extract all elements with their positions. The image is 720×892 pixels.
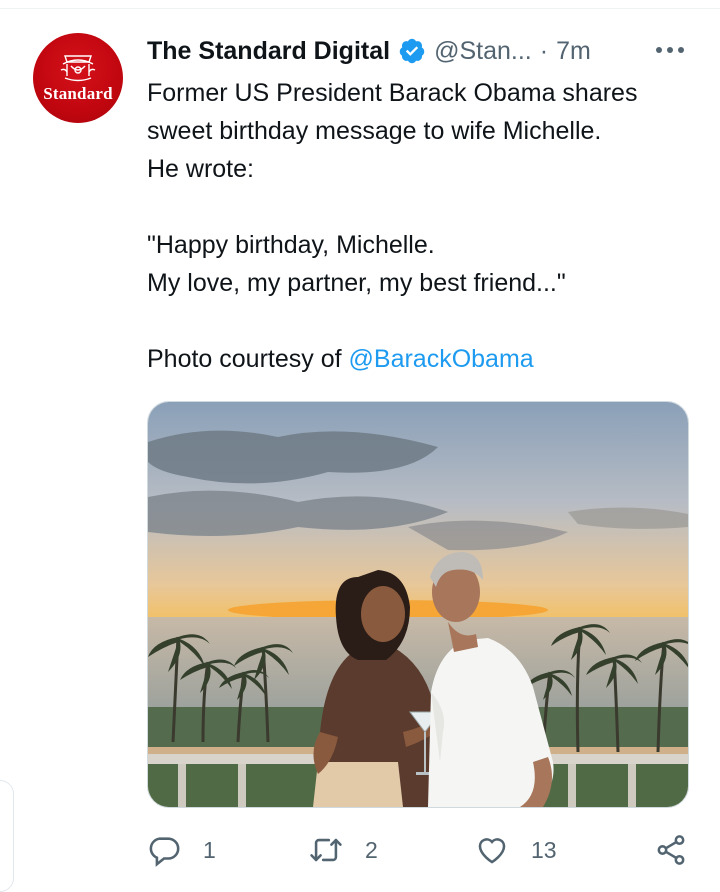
retweet-action[interactable]: 2 [309,828,378,872]
avatar-brand-text: Standard [43,84,113,103]
tweet[interactable]: Standard The Standard Digital @Stan... ·… [0,0,720,892]
tweet-text-line: My love, my partner, my best friend..." [147,269,566,297]
tweet-text-line: Former US President Barack Obama shares [147,79,638,107]
user-handle[interactable]: @Stan... [434,37,532,66]
share-icon[interactable] [654,833,688,867]
courtesy-line: Photo courtesy of @BarackObama [147,340,702,378]
separator-dot: · [539,36,549,65]
retweet-count: 2 [365,836,378,863]
photo-illustration [148,402,688,807]
like-action[interactable]: 13 [475,828,557,872]
tweet-text-line: "Happy birthday, Michelle. [147,231,435,259]
share-action[interactable] [654,828,688,872]
tweet-text-line [147,188,702,226]
crest-logo-icon [60,55,96,82]
tweet-photo[interactable] [147,401,689,808]
retweet-icon[interactable] [309,833,343,867]
timestamp[interactable]: 7m [556,37,591,66]
courtesy-prefix: Photo courtesy of [147,345,349,373]
tweet-actions: 1 2 13 [147,828,692,872]
tweet-text: Former US President Barack Obama shares … [147,74,702,378]
heart-icon[interactable] [475,833,509,867]
reply-icon[interactable] [147,833,181,867]
display-name[interactable]: The Standard Digital [147,37,390,66]
tweet-header: The Standard Digital @Stan... · 7m [147,34,591,68]
tweet-text-line [147,302,702,340]
tweet-text-line: He wrote: [147,155,254,183]
tweet-text-line: sweet birthday message to wife Michelle. [147,117,602,145]
more-options-icon[interactable] [653,38,687,62]
reply-action[interactable]: 1 [147,828,216,872]
reply-count: 1 [203,836,216,863]
mention-link[interactable]: @BarackObama [349,345,534,373]
verified-badge-icon [399,38,425,64]
like-count: 13 [531,836,557,863]
floating-panel-edge [0,780,14,892]
divider [0,8,720,9]
avatar[interactable]: Standard [33,33,123,123]
